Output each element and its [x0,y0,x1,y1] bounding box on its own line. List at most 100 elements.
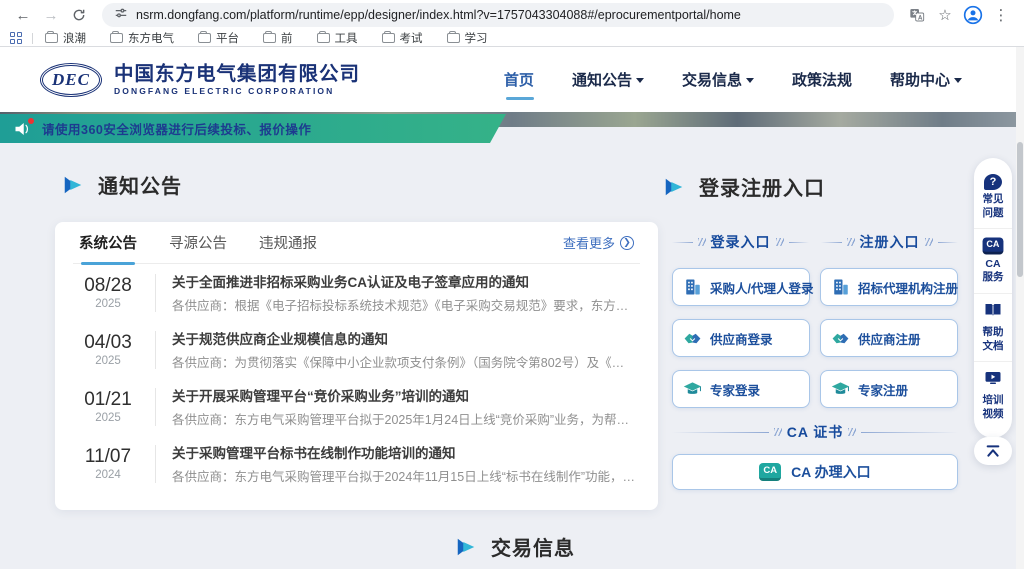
scrollbar-track[interactable] [1016,47,1024,569]
bookmark-folder[interactable]: 前 [263,30,293,46]
company-name-en: DONGFANG ELECTRIC CORPORATION [114,86,360,96]
divider [155,388,156,426]
notice-row[interactable]: 11/072024 关于采购管理平台标书在线制作功能培训的通知 各供应商：东方电… [73,435,640,492]
tool-label: 培训视频 [981,394,1005,421]
section-title-text: 通知公告 [98,170,182,199]
divider [155,445,156,483]
folder-icon [110,33,123,43]
tool-label: CA服务 [981,258,1005,285]
ca-apply-button[interactable]: CA CA 办理入口 [672,454,958,490]
divider [155,331,156,369]
notice-row[interactable]: 08/282025 关于全面推进非招标采购业务CA认证及电子签章应用的通知 各供… [73,264,640,321]
training-videos-tool[interactable]: 培训视频 [974,361,1012,429]
notice-title: 关于全面推进非招标采购业务CA认证及电子签章应用的通知 [172,271,636,291]
site-header: DEC 中国东方电气集团有限公司 DONGFANG ELECTRIC CORPO… [0,47,1024,112]
question-icon: ? [984,174,1002,190]
notice-desc: 各供应商：为贯彻落实《保障中小企业款项支付条例》（国务院令第802号）及《中小企… [172,352,636,371]
forward-icon[interactable]: → [38,2,64,28]
reload-icon[interactable] [66,2,92,28]
bookmark-folder[interactable]: 工具 [317,30,358,46]
scrollbar-thumb[interactable] [1017,142,1023,277]
company-name-cn: 中国东方电气集团有限公司 [114,63,360,85]
url-text[interactable]: nsrm.dongfang.com/platform/runtime/epp/d… [136,8,741,22]
notice-title: 关于规范供应商企业规模信息的通知 [172,328,636,348]
bookmark-label: 东方电气 [128,30,174,46]
ca-certificate-header: CA 证书 [672,422,958,442]
tab-violation-reports[interactable]: 违规通报 [259,222,317,264]
floating-toolbar: ? 常见问题 CA CA服务 帮助文档 培 [974,158,1012,438]
nav-home[interactable]: 首页 [504,63,534,96]
purchaser-agent-login-button[interactable]: 采购人/代理人登录 [672,268,810,306]
nav-policies[interactable]: 政策法规 [792,63,852,96]
section-arrow-icon [663,176,685,198]
notice-desc: 各供应商：东方电气采购管理平台拟于2025年1月24日上线“竞价采购”业务，为帮… [172,409,636,428]
notice-title: 关于开展采购管理平台“竞价采购业务”培训的通知 [172,385,636,405]
dec-logo-icon: DEC [40,63,102,97]
apps-grid-icon[interactable] [10,32,22,44]
supplier-register-button[interactable]: 供应商注册 [820,319,958,357]
bookmark-label: 浪潮 [63,30,86,46]
notice-date: 01/212025 [77,389,139,424]
tab-sourcing-notices[interactable]: 寻源公告 [169,222,227,264]
ticker-text: 请使用360安全浏览器进行后续投标、报价操作 [42,119,311,138]
profile-avatar[interactable] [960,3,986,27]
address-bar[interactable]: nsrm.dongfang.com/platform/runtime/epp/d… [102,3,894,27]
handshake-icon [683,329,702,348]
back-icon[interactable]: ← [10,2,36,28]
faq-tool[interactable]: ? 常见问题 [974,166,1012,228]
notice-desc: 各供应商：东方电气采购管理平台拟于2024年11月15日上线“标书在线制作”功能… [172,466,636,485]
handshake-icon [831,329,850,348]
folder-icon [198,33,211,43]
folder-icon [45,33,58,43]
bookmark-folder[interactable]: 学习 [447,30,488,46]
notice-row[interactable]: 04/032025 关于规范供应商企业规模信息的通知 各供应商：为贯彻落实《保障… [73,321,640,378]
nav-notices[interactable]: 通知公告 [572,63,644,96]
back-to-top-button[interactable] [974,437,1012,465]
bookmark-label: 学习 [465,30,488,46]
bookmark-folder[interactable]: 平台 [198,30,239,46]
section-title-text: 交易信息 [491,532,575,561]
bookmark-folder[interactable]: 浪潮 [45,30,86,46]
view-more-label: 查看更多 [563,233,615,252]
building-icon [683,278,702,297]
folder-icon [382,33,395,43]
help-docs-tool[interactable]: 帮助文档 [974,293,1012,361]
bookmark-folder[interactable]: 考试 [382,30,423,46]
chevron-down-icon [954,78,962,83]
chevron-down-icon [636,78,644,83]
bookmark-star-icon[interactable]: ☆ [932,3,958,27]
site-settings-icon[interactable] [114,6,128,25]
login-entry-header: 登录入口 [672,232,809,252]
bookmark-label: 工具 [335,30,358,46]
ca-service-tool[interactable]: CA CA服务 [974,228,1012,293]
view-more-link[interactable]: 查看更多 ❯ [563,233,634,252]
alert-dot [28,118,34,124]
folder-icon [447,33,460,43]
bookmark-folder[interactable]: 东方电气 [110,30,174,46]
tab-system-notices[interactable]: 系统公告 [79,222,137,264]
expert-register-button[interactable]: 专家注册 [820,370,958,408]
translate-icon[interactable] [904,3,930,27]
nav-trade-info[interactable]: 交易信息 [682,63,754,96]
trade-section-title: 交易信息 [455,532,575,561]
notice-date: 11/072024 [77,446,139,481]
bidding-agency-register-button[interactable]: 招标代理机构注册 [820,268,958,306]
back-to-top-icon [985,444,1001,458]
company-logo[interactable]: DEC 中国东方电气集团有限公司 DONGFANG ELECTRIC CORPO… [40,63,360,97]
browser-window: ← → nsrm.dongfang.com/platform/runtime/e… [0,0,1024,569]
entry-section-title: 登录注册入口 [663,172,825,201]
section-title-text: 登录注册入口 [699,172,825,201]
tool-label: 帮助文档 [981,326,1005,353]
main-nav: 首页 通知公告 交易信息 政策法规 帮助中心 [504,63,962,96]
expert-login-button[interactable]: 专家登录 [672,370,810,408]
nav-help-center[interactable]: 帮助中心 [890,63,962,96]
graduation-cap-icon [683,380,702,399]
notices-card: 系统公告 寻源公告 违规通报 查看更多 ❯ 08/282025 关于全面推进非招… [55,222,658,510]
supplier-login-button[interactable]: 供应商登录 [672,319,810,357]
bookmark-label: 考试 [400,30,423,46]
notice-row[interactable]: 01/212025 关于开展采购管理平台“竞价采购业务”培训的通知 各供应商：东… [73,378,640,435]
chrome-menu-icon[interactable]: ⋮ [988,3,1014,27]
ca-icon: CA [983,238,1004,255]
section-arrow-icon [455,536,477,558]
bookmark-label: 前 [281,30,293,46]
